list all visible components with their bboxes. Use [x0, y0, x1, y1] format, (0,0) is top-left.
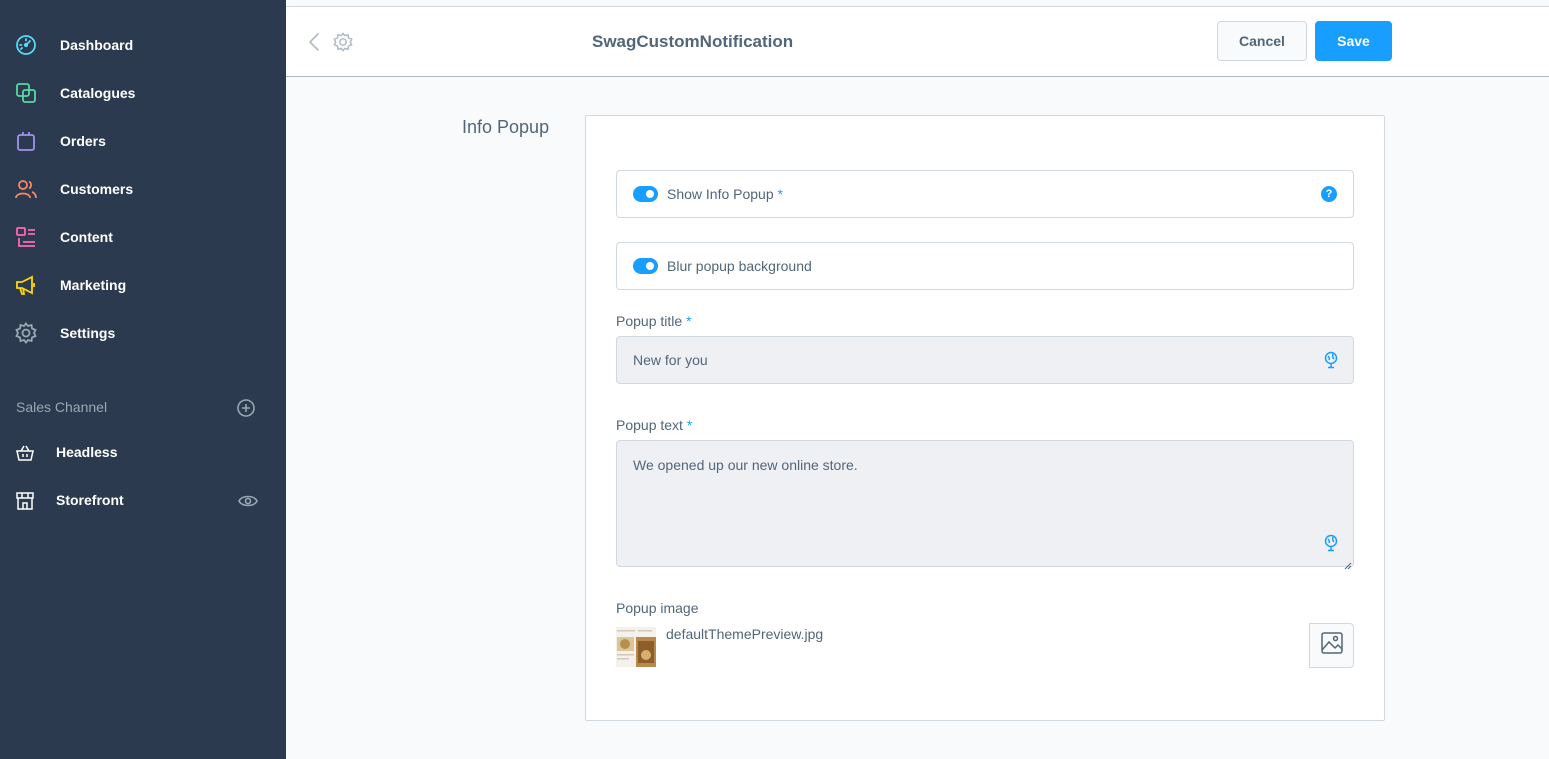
- save-button[interactable]: Save: [1315, 21, 1392, 61]
- translation-globe-icon[interactable]: [1323, 351, 1339, 369]
- popup-image-label: Popup image: [616, 600, 699, 616]
- image-icon: [1320, 631, 1344, 660]
- cancel-button[interactable]: Cancel: [1217, 21, 1307, 61]
- smart-bar: SwagCustomNotification Cancel Save: [286, 6, 1549, 77]
- users-icon: [15, 178, 37, 200]
- media-picker-button[interactable]: [1309, 623, 1354, 668]
- sales-channel-item-storefront[interactable]: Storefront: [0, 481, 286, 521]
- sidebar-item-label: Customers: [60, 181, 134, 197]
- admin-sidebar: Dashboard Catalogues Orders Customers Co…: [0, 0, 286, 759]
- gear-icon[interactable]: [333, 32, 353, 52]
- sidebar-item-content[interactable]: Content: [0, 217, 286, 257]
- sidebar-item-customers[interactable]: Customers: [0, 169, 286, 209]
- popup-title-input[interactable]: New for you: [616, 336, 1354, 384]
- translation-globe-icon[interactable]: [1323, 534, 1339, 552]
- sidebar-item-catalogues[interactable]: Catalogues: [0, 73, 286, 113]
- sidebar-item-orders[interactable]: Orders: [0, 121, 286, 161]
- popup-text-label: Popup text *: [616, 417, 693, 433]
- sidebar-item-label: Catalogues: [60, 85, 136, 101]
- page-title: SwagCustomNotification: [592, 32, 794, 51]
- input-value: New for you: [633, 352, 708, 368]
- sidebar-item-label: Dashboard: [60, 37, 134, 53]
- storefront-icon: [15, 491, 35, 511]
- sidebar-item-dashboard[interactable]: Dashboard: [0, 25, 286, 65]
- switch-label: Show Info Popup *: [667, 186, 783, 202]
- file-name: defaultThemePreview.jpg: [666, 626, 824, 642]
- sidebar-item-label: Content: [60, 229, 113, 245]
- sidebar-item-label: Marketing: [60, 277, 127, 293]
- sales-channel-heading: Sales Channel: [16, 399, 108, 415]
- sidebar-item-label: Orders: [60, 133, 106, 149]
- toggle-switch[interactable]: [633, 258, 658, 274]
- back-arrow-icon[interactable]: [306, 32, 322, 52]
- help-icon[interactable]: ?: [1321, 186, 1337, 202]
- eye-icon[interactable]: [238, 492, 258, 510]
- megaphone-icon: [15, 274, 37, 296]
- sidebar-item-label: Headless: [56, 444, 118, 460]
- basket-icon: [15, 443, 35, 463]
- sidebar-item-marketing[interactable]: Marketing: [0, 265, 286, 305]
- popup-title-label: Popup title *: [616, 313, 692, 329]
- textarea-value: We opened up our new online store.: [633, 457, 858, 473]
- content-list-icon: [15, 226, 37, 248]
- popup-text-textarea[interactable]: We opened up our new online store.: [616, 440, 1354, 570]
- card-title: Info Popup: [462, 117, 550, 137]
- show-info-popup-switch[interactable]: Show Info Popup * ?: [616, 170, 1354, 218]
- add-sales-channel-icon[interactable]: [236, 398, 256, 418]
- sidebar-item-settings[interactable]: Settings: [0, 313, 286, 353]
- sales-channel-item-headless[interactable]: Headless: [0, 433, 286, 473]
- sidebar-item-label: Storefront: [56, 492, 124, 508]
- gear-icon: [15, 322, 37, 344]
- image-thumbnail[interactable]: [616, 627, 656, 667]
- switch-label: Blur popup background: [667, 258, 812, 274]
- sidebar-item-label: Settings: [60, 325, 116, 341]
- catalogues-icon: [15, 82, 37, 104]
- blur-background-switch[interactable]: Blur popup background: [616, 242, 1354, 290]
- dashboard-gauge-icon: [15, 34, 37, 56]
- toggle-switch[interactable]: [633, 186, 658, 202]
- shopping-bag-icon: [15, 130, 37, 152]
- resize-handle[interactable]: [1344, 557, 1352, 570]
